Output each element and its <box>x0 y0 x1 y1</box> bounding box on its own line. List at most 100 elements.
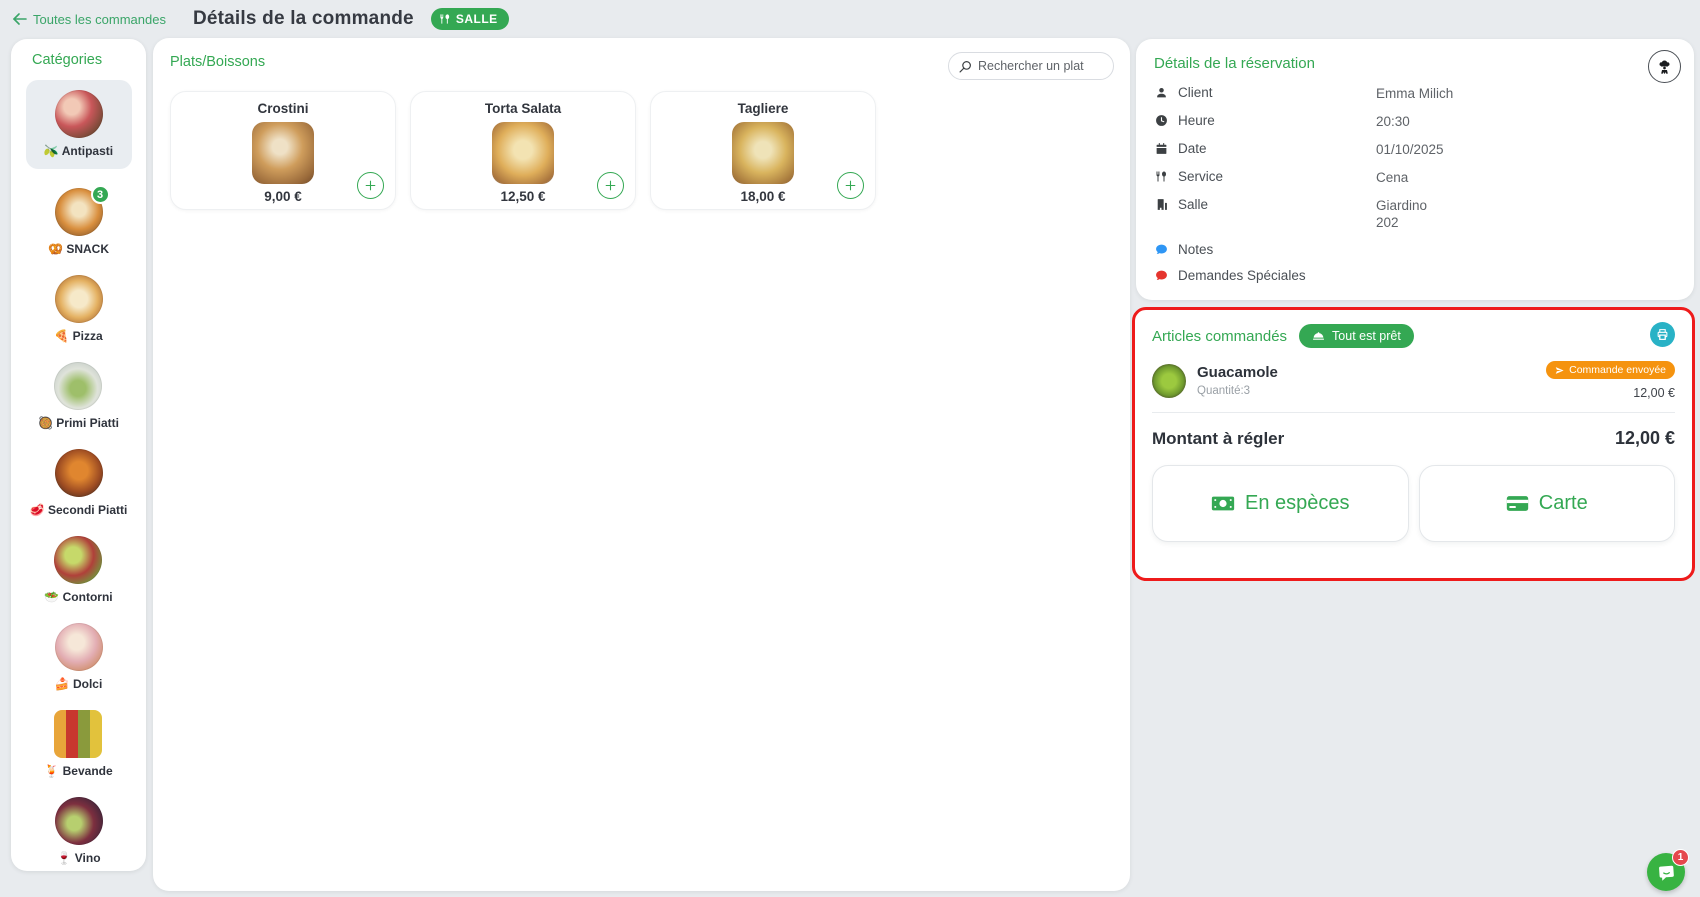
menu-heading: Plats/Boissons <box>170 54 266 70</box>
salle-badge-label: SALLE <box>455 12 498 26</box>
snack-count-badge: 3 <box>90 185 110 204</box>
reservation-row-client: Client Emma Milich <box>1154 85 1676 102</box>
reservation-row-demandes-speciales: Demandes Spéciales <box>1154 268 1676 283</box>
all-ready-badge: Tout est prêt <box>1299 324 1414 348</box>
payment-buttons: En espèces Carte <box>1152 465 1675 542</box>
service-value: Cena <box>1376 170 1409 185</box>
reservation-row-heure: Heure 20:30 <box>1154 113 1676 130</box>
banknote-icon <box>1211 495 1235 512</box>
row-label: Client <box>1178 85 1213 100</box>
add-crostini-button[interactable] <box>357 172 384 199</box>
calendar-icon <box>1154 142 1169 155</box>
fork-knife-icon <box>440 13 451 25</box>
total-value: 12,00 € <box>1614 428 1675 448</box>
category-item-contorni[interactable]: 🥗 Contorni <box>44 536 113 604</box>
categories-heading: Catégories <box>32 52 103 68</box>
ordered-items-heading: Articles commandés <box>1152 327 1288 345</box>
category-label: 🥘 Primi Piatti <box>38 416 119 430</box>
pizza-emoji-icon: 🍕 <box>54 329 70 343</box>
category-image-dolci <box>54 623 103 671</box>
plus-icon <box>605 180 616 191</box>
person-icon <box>1154 86 1169 99</box>
category-image-contorni <box>54 536 103 584</box>
pan-emoji-icon: 🥘 <box>38 416 53 430</box>
cake-emoji-icon: 🍰 <box>54 677 70 691</box>
product-price: 9,00 € <box>264 189 302 204</box>
chef-assistant-button[interactable] <box>1648 50 1681 83</box>
back-arrow-icon <box>13 13 27 25</box>
reservation-row-notes: Notes <box>1154 242 1676 257</box>
reservation-row-date: Date 01/10/2025 <box>1154 141 1676 158</box>
category-item-secondi-piatti[interactable]: 🥩 Secondi Piatti <box>29 449 128 517</box>
chat-widget-button[interactable]: 1 <box>1647 849 1689 891</box>
order-item-quantity: Quantité:3 <box>1197 385 1251 397</box>
search-input[interactable] <box>978 59 1103 73</box>
reservation-rows: Client Emma Milich Heure 20:30 Date 01/1… <box>1154 85 1676 283</box>
drink-emoji-icon: 🍹 <box>44 764 60 778</box>
category-item-snack[interactable]: 3 🥨 SNACK <box>48 185 110 256</box>
all-ready-badge-label: Tout est prêt <box>1332 329 1401 343</box>
top-bar: Toutes les commandes Détails de la comma… <box>0 0 1700 38</box>
notes-speech-bubble-icon <box>1154 243 1169 256</box>
print-button[interactable] <box>1650 322 1675 347</box>
order-sent-badge: Commande envoyée <box>1546 361 1675 379</box>
category-label: 🫒 Antipasti <box>43 144 114 158</box>
product-card-tagliere[interactable]: Tagliere 18,00 € <box>650 91 876 210</box>
category-image-antipasti <box>54 90 103 138</box>
category-item-bevande[interactable]: 🍹 Bevande <box>44 710 113 778</box>
salle-badge: SALLE <box>430 8 509 30</box>
reservation-row-service: Service Cena <box>1154 169 1676 186</box>
row-label: Heure <box>1178 113 1215 128</box>
printer-icon <box>1657 329 1668 340</box>
pay-cash-label: En espèces <box>1244 492 1350 514</box>
product-image-torta-salata <box>492 122 554 184</box>
category-item-dolci[interactable]: 🍰 Dolci <box>54 623 103 691</box>
heure-value: 20:30 <box>1376 114 1410 129</box>
chat-unread-badge: 1 <box>1672 849 1689 866</box>
product-card-crostini[interactable]: Crostini 9,00 € <box>170 91 396 210</box>
menu-panel: Plats/Boissons Crostini 9,00 € Torta Sal… <box>153 38 1130 891</box>
product-grid: Crostini 9,00 € Torta Salata 12,50 € Tag… <box>170 91 876 210</box>
product-price: 18,00 € <box>740 189 786 204</box>
clock-icon <box>1154 114 1169 127</box>
pay-cash-button[interactable]: En espèces <box>1152 465 1409 542</box>
category-item-pizza[interactable]: 🍕 Pizza <box>54 275 103 343</box>
category-label: 🍷 Vino <box>56 851 101 865</box>
reservation-heading: Détails de la réservation <box>1154 55 1315 72</box>
category-image-vino <box>54 797 103 845</box>
row-label: Demandes Spéciales <box>1178 268 1306 283</box>
category-item-antipasti[interactable]: 🫒 Antipasti <box>25 80 132 169</box>
row-label: Notes <box>1178 242 1214 257</box>
order-item-name: Guacamole <box>1197 364 1278 381</box>
order-item-price: 12,00 € <box>1633 386 1675 400</box>
chat-bubble-icon <box>1658 865 1674 881</box>
olive-emoji-icon: 🫒 <box>43 144 59 158</box>
category-label: 🥨 SNACK <box>48 242 109 256</box>
salle-value: Giardino 202 <box>1376 198 1428 230</box>
search-box[interactable] <box>948 52 1114 80</box>
add-torta-salata-button[interactable] <box>597 172 624 199</box>
row-label: Service <box>1178 169 1224 184</box>
add-tagliere-button[interactable] <box>837 172 864 199</box>
credit-card-icon <box>1506 495 1529 512</box>
guacamole-image <box>1152 363 1186 398</box>
product-image-tagliere <box>732 122 794 184</box>
category-label: 🥩 Secondi Piatti <box>29 503 128 517</box>
client-value: Emma Milich <box>1376 86 1454 101</box>
paper-plane-icon <box>1555 366 1564 375</box>
category-item-vino[interactable]: 🍷 Vino <box>54 797 103 865</box>
special-requests-speech-bubble-icon <box>1154 269 1169 282</box>
cloche-icon <box>1312 331 1325 342</box>
back-to-orders-link[interactable]: Toutes les commandes <box>13 12 166 27</box>
category-item-primi-piatti[interactable]: 🥘 Primi Piatti <box>38 362 119 430</box>
pay-card-button[interactable]: Carte <box>1418 465 1675 542</box>
product-name: Torta Salata <box>484 101 562 116</box>
product-name: Crostini <box>257 101 309 116</box>
product-name: Tagliere <box>737 101 789 116</box>
product-image-crostini <box>252 122 314 184</box>
product-card-torta-salata[interactable]: Torta Salata 12,50 € <box>410 91 636 210</box>
category-image-secondi-piatti <box>54 449 103 497</box>
categories-sidebar: Catégories 🫒 Antipasti 3 🥨 SNACK 🍕 Pizza… <box>11 39 146 871</box>
search-icon <box>959 60 972 73</box>
order-item-guacamole[interactable]: Guacamole Quantité:3 Commande envoyée 12… <box>1152 361 1675 413</box>
